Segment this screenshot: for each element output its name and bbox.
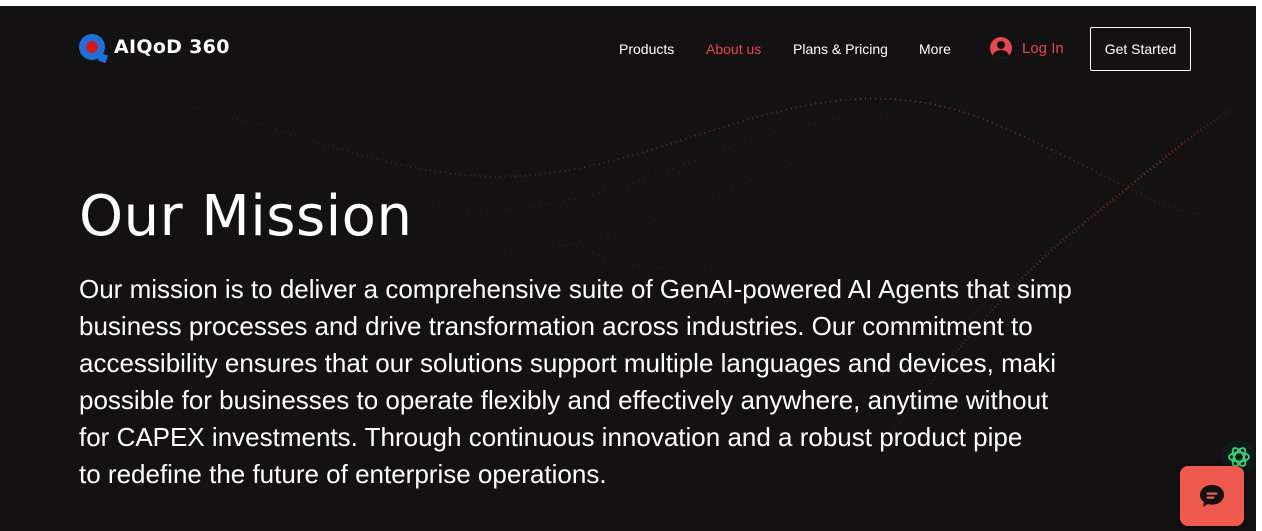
nav-item-products[interactable]: Products: [619, 41, 674, 57]
mission-line: possible for businesses to operate flexi…: [79, 385, 1049, 415]
login-link[interactable]: Log In: [990, 37, 1064, 59]
get-started-button[interactable]: Get Started: [1090, 27, 1191, 71]
nav-item-about-us[interactable]: About us: [706, 41, 761, 57]
brand-logo[interactable]: AIQoD 360: [79, 34, 230, 60]
logo-icon: [79, 34, 105, 60]
brand-name: AIQoD 360: [114, 36, 230, 58]
page-title: Our Mission: [79, 184, 413, 249]
mission-line: to redefine the future of enterprise ope…: [79, 459, 607, 489]
mission-line: for CAPEX investments. Through continuou…: [79, 422, 1023, 452]
user-avatar-icon: [990, 37, 1012, 59]
mission-line: accessibility ensures that our solutions…: [79, 348, 1056, 378]
chat-bubble-icon: [1200, 485, 1224, 507]
mission-paragraph: Our mission is to deliver a comprehensiv…: [79, 271, 1256, 493]
chat-button[interactable]: [1180, 466, 1244, 526]
mission-line: business processes and drive transformat…: [79, 311, 1033, 341]
window-edge: [1256, 0, 1262, 531]
login-label: Log In: [1022, 39, 1064, 57]
nav-item-more[interactable]: More: [919, 41, 951, 57]
mission-line: Our mission is to deliver a comprehensiv…: [79, 274, 1072, 304]
nav-item-plans-pricing[interactable]: Plans & Pricing: [793, 41, 888, 57]
page-background: AIQoD 360 Products About us Plans & Pric…: [0, 6, 1256, 531]
